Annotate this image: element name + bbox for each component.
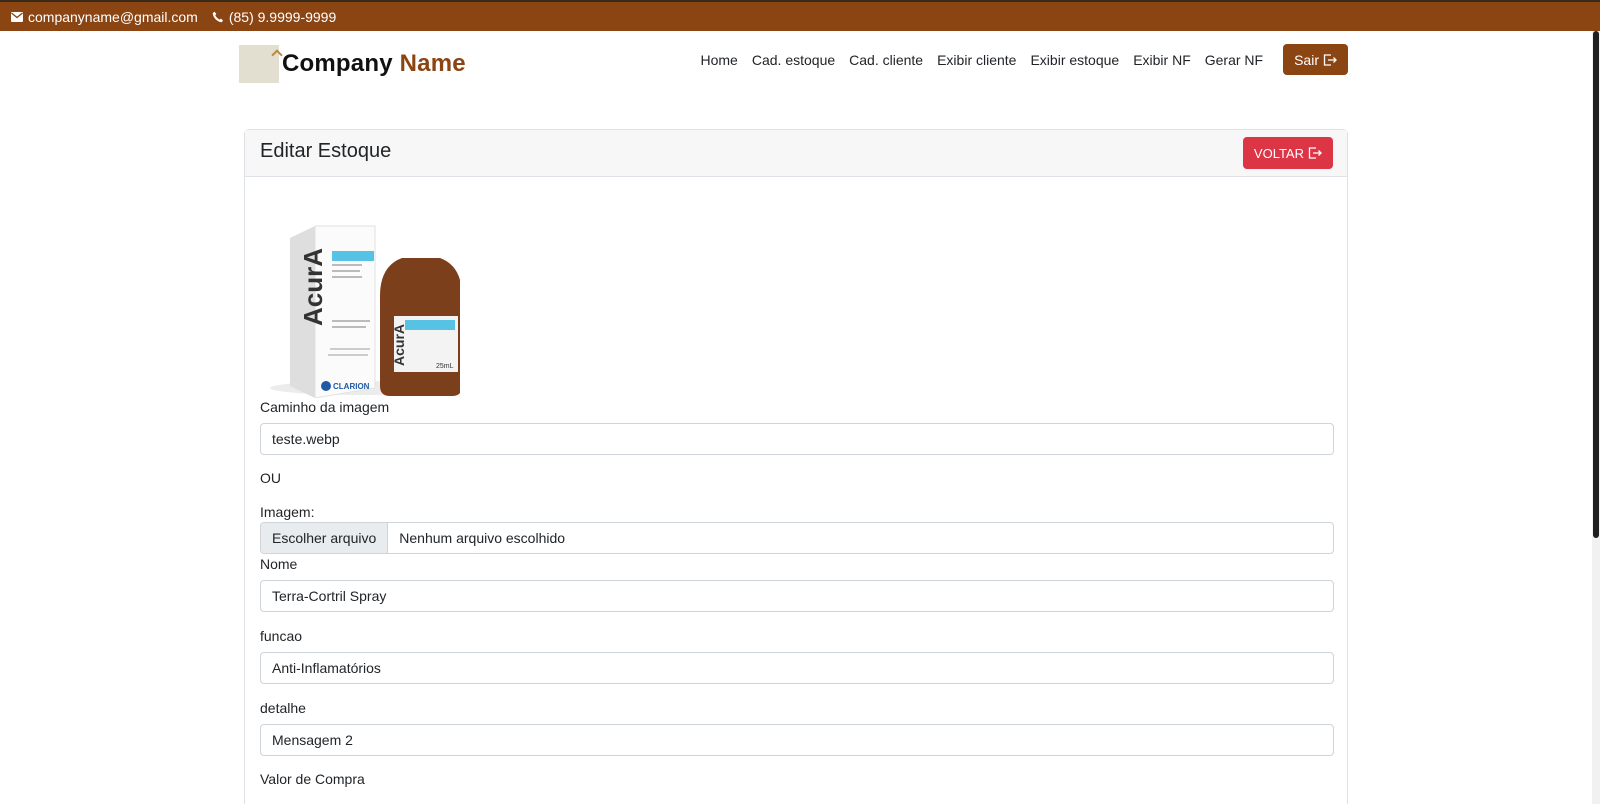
brand-name: Company Name	[282, 50, 466, 78]
logout-button[interactable]: Sair	[1283, 44, 1348, 75]
file-status: Nenhum arquivo escolhido	[399, 530, 566, 546]
image-path-input[interactable]: teste.webp	[260, 423, 1334, 455]
product-volume-text: 25mL	[436, 363, 454, 370]
phone-icon	[212, 11, 223, 22]
page-scrollbar[interactable]	[1592, 31, 1600, 804]
detail-input[interactable]: Mensagem 2	[260, 724, 1334, 756]
purchase-price-label: Valor de Compra	[260, 771, 365, 787]
image-file-input[interactable]: Escolher arquivo Nenhum arquivo escolhid…	[260, 522, 1334, 554]
page-title: Editar Estoque	[260, 140, 392, 162]
back-icon	[1308, 147, 1322, 159]
product-image: AcurA CLARION AcurA 25mL	[270, 225, 460, 398]
card-header: Editar Estoque VOLTAR	[245, 130, 1347, 177]
nav-cad-estoque[interactable]: Cad. estoque	[752, 52, 835, 68]
nav-home[interactable]: Home	[701, 52, 738, 68]
function-input[interactable]: Anti-Inflamatórios	[260, 652, 1334, 684]
nav-exibir-estoque[interactable]: Exibir estoque	[1030, 52, 1119, 68]
name-value: Terra-Cortril Spray	[272, 588, 387, 604]
detail-value: Mensagem 2	[272, 732, 353, 748]
detail-label: detalhe	[260, 700, 306, 716]
image-path-value: teste.webp	[272, 431, 340, 447]
back-label: VOLTAR	[1253, 145, 1304, 161]
product-bottle-brand: AcurA	[391, 324, 407, 366]
brand-logo-image	[239, 45, 279, 83]
image-path-label: Caminho da imagem	[260, 399, 390, 415]
back-button[interactable]: VOLTAR	[1242, 137, 1333, 169]
nav-cad-cliente[interactable]: Cad. cliente	[849, 52, 923, 68]
brand-name-part1: Company	[282, 50, 393, 77]
logout-label: Sair	[1294, 51, 1319, 68]
nav-exibir-cliente[interactable]: Exibir cliente	[937, 52, 1016, 68]
or-label: OU	[260, 470, 281, 486]
brand-name-part2: Name	[399, 50, 466, 77]
envelope-icon	[11, 11, 23, 22]
choose-file-button[interactable]: Escolher arquivo	[261, 523, 389, 553]
main-nav: Home Cad. estoque Cad. cliente Exibir cl…	[687, 44, 1348, 75]
contact-email: companyname@gmail.com	[11, 9, 198, 25]
function-label: funcao	[260, 628, 303, 644]
nav-gerar-nf[interactable]: Gerar NF	[1205, 52, 1263, 68]
contact-phone: (85) 9.9999-9999	[212, 9, 336, 25]
product-brand-text: AcurA	[298, 248, 328, 326]
image-label: Imagem:	[260, 504, 315, 520]
scrollbar-thumb[interactable]	[1593, 31, 1599, 538]
product-maker-text: CLARION	[333, 382, 370, 391]
contact-email-text: companyname@gmail.com	[28, 8, 198, 25]
function-value: Anti-Inflamatórios	[272, 660, 381, 676]
nav-exibir-nf[interactable]: Exibir NF	[1133, 52, 1191, 68]
name-input[interactable]: Terra-Cortril Spray	[260, 580, 1334, 612]
edit-stock-card: Editar Estoque VOLTAR AcurA CLARION Acur…	[244, 129, 1348, 804]
navbar: Company Name Home Cad. estoque Cad. clie…	[0, 31, 1600, 91]
logout-icon	[1323, 53, 1337, 66]
brand[interactable]: Company Name	[239, 45, 466, 83]
contact-phone-text: (85) 9.9999-9999	[228, 8, 337, 25]
top-contact-bar: companyname@gmail.com (85) 9.9999-9999	[0, 0, 1600, 31]
name-label: Nome	[260, 556, 298, 572]
